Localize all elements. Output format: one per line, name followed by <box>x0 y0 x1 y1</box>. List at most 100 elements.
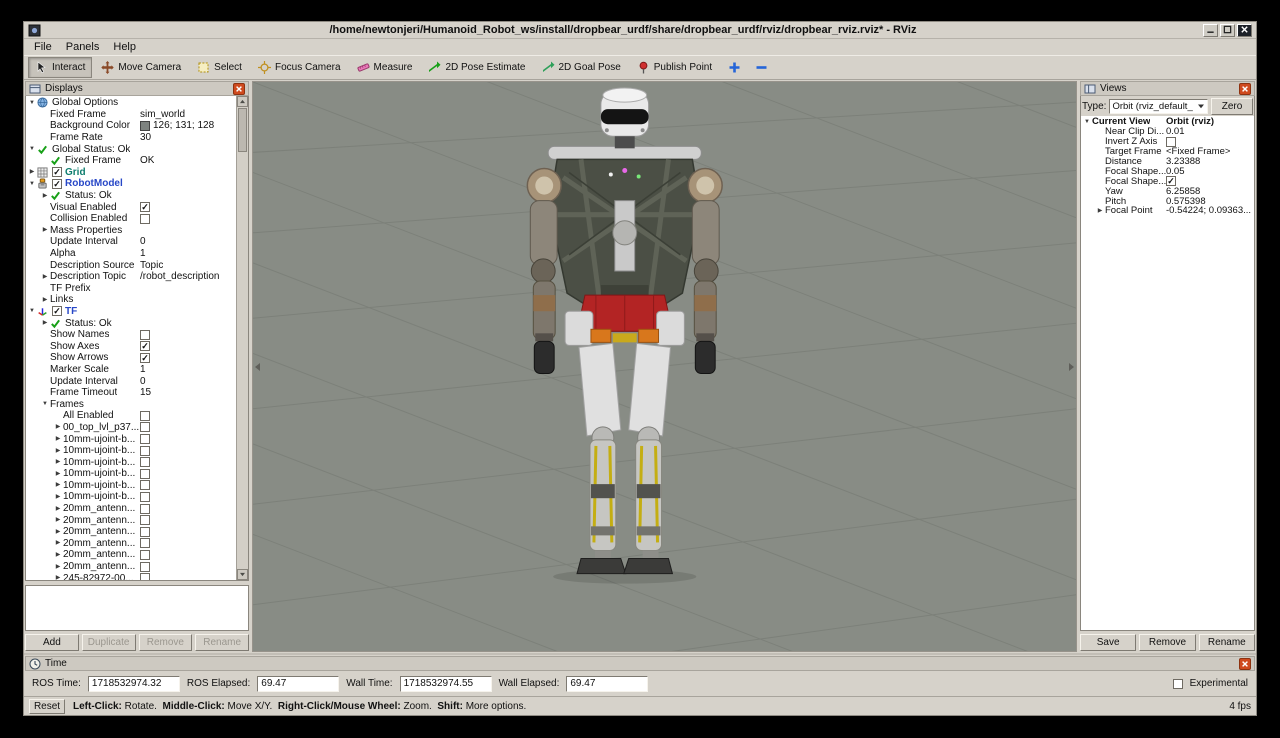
tree-row[interactable]: ▶10mm-ujoint-b... <box>27 433 235 445</box>
property-value[interactable]: OK <box>140 155 154 166</box>
property-value[interactable]: Topic <box>140 260 163 271</box>
tree-row[interactable]: ▶20mm_antenn... <box>27 538 235 550</box>
expand-arrow-icon[interactable]: ▶ <box>53 492 63 502</box>
tree-row[interactable]: ▶Status: Ok <box>27 317 235 329</box>
remove-tool-button[interactable] <box>750 57 773 78</box>
property-value[interactable]: 3.23388 <box>1166 157 1200 167</box>
tree-row[interactable]: ▶Focal Point-0.54224; 0.09363... <box>1082 206 1241 216</box>
add-tool-button[interactable] <box>723 57 746 78</box>
tree-row[interactable]: ▶10mm-ujoint-b... <box>27 445 235 457</box>
expand-arrow-icon[interactable]: ▶ <box>53 480 63 490</box>
expand-arrow-icon[interactable]: ▶ <box>53 446 63 456</box>
views-panel-header[interactable]: Views <box>1080 81 1255 96</box>
views-rename-button[interactable]: Rename <box>1199 634 1255 651</box>
expand-arrow-icon[interactable]: ▶ <box>53 457 63 467</box>
tool-select[interactable]: Select <box>190 57 249 78</box>
value-checkbox[interactable] <box>140 214 150 224</box>
tree-row[interactable]: Show Names <box>27 329 235 341</box>
tree-row[interactable]: All Enabled <box>27 410 235 422</box>
value-checkbox[interactable]: ✓ <box>140 202 150 212</box>
tree-row[interactable]: ▶10mm-ujoint-b... <box>27 491 235 503</box>
value-checkbox[interactable] <box>140 422 150 432</box>
value-checkbox[interactable] <box>140 538 150 548</box>
minimize-button[interactable] <box>1203 24 1218 37</box>
displays-duplicate-button[interactable]: Duplicate <box>82 634 136 651</box>
value-checkbox[interactable] <box>140 434 150 444</box>
tree-row[interactable]: ▶Links <box>27 294 235 306</box>
value-checkbox[interactable] <box>140 515 150 525</box>
expand-arrow-icon[interactable]: ▶ <box>53 515 63 525</box>
value-checkbox[interactable]: ✓ <box>140 341 150 351</box>
tree-row[interactable]: Fixed Framesim_world <box>27 109 235 121</box>
collapse-arrow-icon[interactable]: ▼ <box>27 144 37 154</box>
tree-row[interactable]: ▶20mm_antenn... <box>27 526 235 538</box>
property-value[interactable]: 0.01 <box>1166 127 1185 137</box>
tree-row[interactable]: Frame Timeout15 <box>27 387 235 399</box>
collapse-arrow-icon[interactable]: ▼ <box>27 98 37 108</box>
property-value[interactable]: 6.25858 <box>1166 186 1200 196</box>
value-checkbox[interactable] <box>140 573 150 581</box>
expand-arrow-icon[interactable]: ▶ <box>40 191 50 201</box>
enable-checkbox[interactable]: ✓ <box>52 179 62 189</box>
value-checkbox[interactable] <box>1166 137 1176 147</box>
maximize-button[interactable] <box>1220 24 1235 37</box>
time-field-input[interactable] <box>566 676 648 692</box>
tree-row[interactable]: ▶20mm_antenn... <box>27 549 235 561</box>
expand-arrow-icon[interactable]: ▶ <box>53 538 63 548</box>
menu-panels[interactable]: Panels <box>59 40 107 54</box>
tree-row[interactable]: ▶245-82972-00... <box>27 572 235 581</box>
tree-row[interactable]: ▼✓TF <box>27 306 235 318</box>
collapse-arrow-icon[interactable]: ▼ <box>27 306 37 316</box>
value-checkbox[interactable] <box>140 457 150 467</box>
property-value[interactable]: 1 <box>140 248 146 259</box>
expand-arrow-icon[interactable]: ▶ <box>40 295 50 305</box>
property-value[interactable]: 30 <box>140 132 151 143</box>
time-panel-header[interactable]: Time <box>25 656 1255 671</box>
reset-button[interactable]: Reset <box>29 699 65 714</box>
property-value[interactable]: 0.575398 <box>1166 196 1206 206</box>
titlebar[interactable]: /home/newtonjeri/Humanoid_Robot_ws/insta… <box>24 22 1256 39</box>
scrollbar-thumb[interactable] <box>238 108 247 152</box>
scroll-down-icon[interactable] <box>237 569 248 580</box>
views-save-button[interactable]: Save <box>1080 634 1136 651</box>
value-checkbox[interactable] <box>140 411 150 421</box>
tree-row[interactable]: Description SourceTopic <box>27 259 235 271</box>
tool-2d-pose-estimate[interactable]: 2D Pose Estimate <box>421 57 532 78</box>
expand-arrow-icon[interactable]: ▶ <box>53 550 63 560</box>
tool-2d-goal-pose[interactable]: 2D Goal Pose <box>535 57 628 78</box>
collapse-arrow-icon[interactable]: ▼ <box>40 399 50 409</box>
tree-row[interactable]: ▼Global Status: Ok <box>27 143 235 155</box>
zero-button[interactable]: Zero <box>1211 98 1253 115</box>
collapse-left-panel-handle[interactable] <box>255 363 260 371</box>
tool-publish-point[interactable]: Publish Point <box>630 57 719 78</box>
views-panel-close-button[interactable] <box>1239 83 1251 95</box>
tree-row[interactable]: ▶00_top_lvl_p37... <box>27 422 235 434</box>
expand-arrow-icon[interactable]: ▶ <box>53 573 63 581</box>
value-checkbox[interactable] <box>140 480 150 490</box>
expand-arrow-icon[interactable]: ▶ <box>40 272 50 282</box>
tree-row[interactable]: ▶20mm_antenn... <box>27 514 235 526</box>
tree-row[interactable]: ▶20mm_antenn... <box>27 561 235 573</box>
property-value[interactable]: 1 <box>140 364 146 375</box>
displays-panel-header[interactable]: Displays <box>25 81 249 96</box>
enable-checkbox[interactable]: ✓ <box>52 167 62 177</box>
expand-arrow-icon[interactable]: ▶ <box>40 225 50 235</box>
tool-interact[interactable]: Interact <box>28 57 92 78</box>
property-value[interactable]: /robot_description <box>140 271 220 282</box>
expand-arrow-icon[interactable]: ▶ <box>53 504 63 514</box>
displays-rename-button[interactable]: Rename <box>195 634 249 651</box>
property-value[interactable]: Orbit (rviz) <box>1166 117 1214 127</box>
tree-row[interactable]: Update Interval0 <box>27 236 235 248</box>
value-checkbox[interactable] <box>140 504 150 514</box>
value-checkbox[interactable]: ✓ <box>1166 176 1176 186</box>
property-value[interactable]: <Fixed Frame> <box>1166 147 1230 157</box>
displays-add-button[interactable]: Add <box>25 634 79 651</box>
close-button[interactable] <box>1237 24 1252 37</box>
expand-arrow-icon[interactable]: ▶ <box>1095 206 1105 216</box>
tree-row[interactable]: Visual Enabled✓ <box>27 201 235 213</box>
tree-row[interactable]: ▶10mm-ujoint-b... <box>27 468 235 480</box>
tree-row[interactable]: Frame Rate30 <box>27 132 235 144</box>
expand-arrow-icon[interactable]: ▶ <box>53 527 63 537</box>
expand-arrow-icon[interactable]: ▶ <box>53 434 63 444</box>
tree-row[interactable]: Background Color126; 131; 128 <box>27 120 235 132</box>
